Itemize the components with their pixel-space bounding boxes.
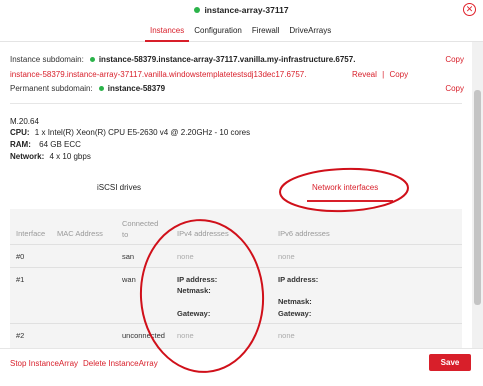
row1-ipv6-ip-label: IP address: xyxy=(278,275,319,284)
permanent-subdomain-label: Permanent subdomain: xyxy=(10,84,93,93)
server-model: M.20.64 xyxy=(10,117,39,126)
copy-permanent-subdomain-button[interactable]: Copy xyxy=(445,84,464,93)
table-divider xyxy=(10,244,462,245)
row1-ipv4-gateway-label: Gateway: xyxy=(177,309,211,318)
instance-subdomain-row: Instance subdomain: instance-58379.instan… xyxy=(10,55,355,64)
status-online-icon xyxy=(98,86,104,91)
instance-array-title: instance-array-37117 xyxy=(0,5,483,15)
row1-ipv4-ip-label: IP address: xyxy=(177,275,218,284)
modal-header: instance-array-37117 ✕ Instances Configu… xyxy=(0,0,483,42)
active-subtab-underline xyxy=(307,200,393,202)
row2-connected: unconnected xyxy=(122,331,165,340)
copy-instance-subdomain-button[interactable]: Copy xyxy=(445,55,464,64)
permanent-subdomain-row: Permanent subdomain: instance-58379 xyxy=(10,84,165,93)
tab-drivearrays[interactable]: DriveArrays xyxy=(284,25,336,42)
title-text: instance-array-37117 xyxy=(204,5,289,15)
divider xyxy=(10,103,462,104)
subtab-iscsi-drives[interactable]: iSCSI drives xyxy=(97,183,141,192)
modal-footer: Stop InstanceArray Delete InstanceArray … xyxy=(0,348,483,386)
scrollbar-thumb[interactable] xyxy=(474,90,481,305)
main-tabs: Instances Configuration Firewall DriveAr… xyxy=(145,25,336,42)
row1-ipv6-netmask-label: Netmask: xyxy=(278,297,312,306)
row1-interface: #1 xyxy=(16,275,25,284)
row1-ipv4-netmask-label: Netmask: xyxy=(177,286,211,295)
network-interfaces-table: Interface MAC Address Connected to IPv4 … xyxy=(10,209,462,348)
subtab-network-interfaces[interactable]: Network interfaces xyxy=(312,183,378,192)
col-header-connected-1: Connected xyxy=(122,219,159,228)
row2-ipv4: none xyxy=(177,331,194,340)
separator: | xyxy=(382,70,385,79)
row0-connected: san xyxy=(122,252,135,261)
status-online-icon xyxy=(194,7,201,13)
windows-subdomain-value: instance-58379.instance-array-37117.vani… xyxy=(10,70,307,79)
instance-subdomain-value: instance-58379.instance-array-37117.vani… xyxy=(98,55,356,64)
row0-ipv4: none xyxy=(177,252,194,261)
details-subtabs: iSCSI drives Network interfaces xyxy=(10,133,462,202)
reveal-copy-group: Reveal | Copy xyxy=(352,70,408,79)
table-divider xyxy=(10,267,462,268)
save-button[interactable]: Save xyxy=(429,354,471,371)
col-header-connected-2: to xyxy=(122,230,129,239)
col-header-ipv6: IPv6 addresses xyxy=(278,229,330,238)
permanent-subdomain-value: instance-58379 xyxy=(107,84,166,93)
row2-ipv6: none xyxy=(278,331,295,340)
stop-instancearray-button[interactable]: Stop InstanceArray xyxy=(10,359,78,368)
tab-configuration[interactable]: Configuration xyxy=(189,25,247,42)
row0-ipv6: none xyxy=(278,252,295,261)
table-divider xyxy=(10,323,462,324)
reveal-button[interactable]: Reveal xyxy=(352,70,377,79)
col-header-mac: MAC Address xyxy=(57,229,103,238)
row1-ipv6-gateway-label: Gateway: xyxy=(278,309,312,318)
tab-instances[interactable]: Instances xyxy=(145,25,190,42)
col-header-ipv4: IPv4 addresses xyxy=(177,229,229,238)
scrollbar[interactable] xyxy=(472,42,483,348)
row1-connected: wan xyxy=(122,275,136,284)
col-header-interface: Interface xyxy=(16,229,46,238)
status-online-icon xyxy=(89,57,95,62)
close-icon[interactable]: ✕ xyxy=(463,3,476,16)
row0-interface: #0 xyxy=(16,252,25,261)
delete-instancearray-button[interactable]: Delete InstanceArray xyxy=(83,359,158,368)
tab-firewall[interactable]: Firewall xyxy=(247,25,285,42)
row2-interface: #2 xyxy=(16,331,25,340)
copy-windows-subdomain-button[interactable]: Copy xyxy=(389,70,408,79)
instance-subdomain-label: Instance subdomain: xyxy=(10,55,84,64)
